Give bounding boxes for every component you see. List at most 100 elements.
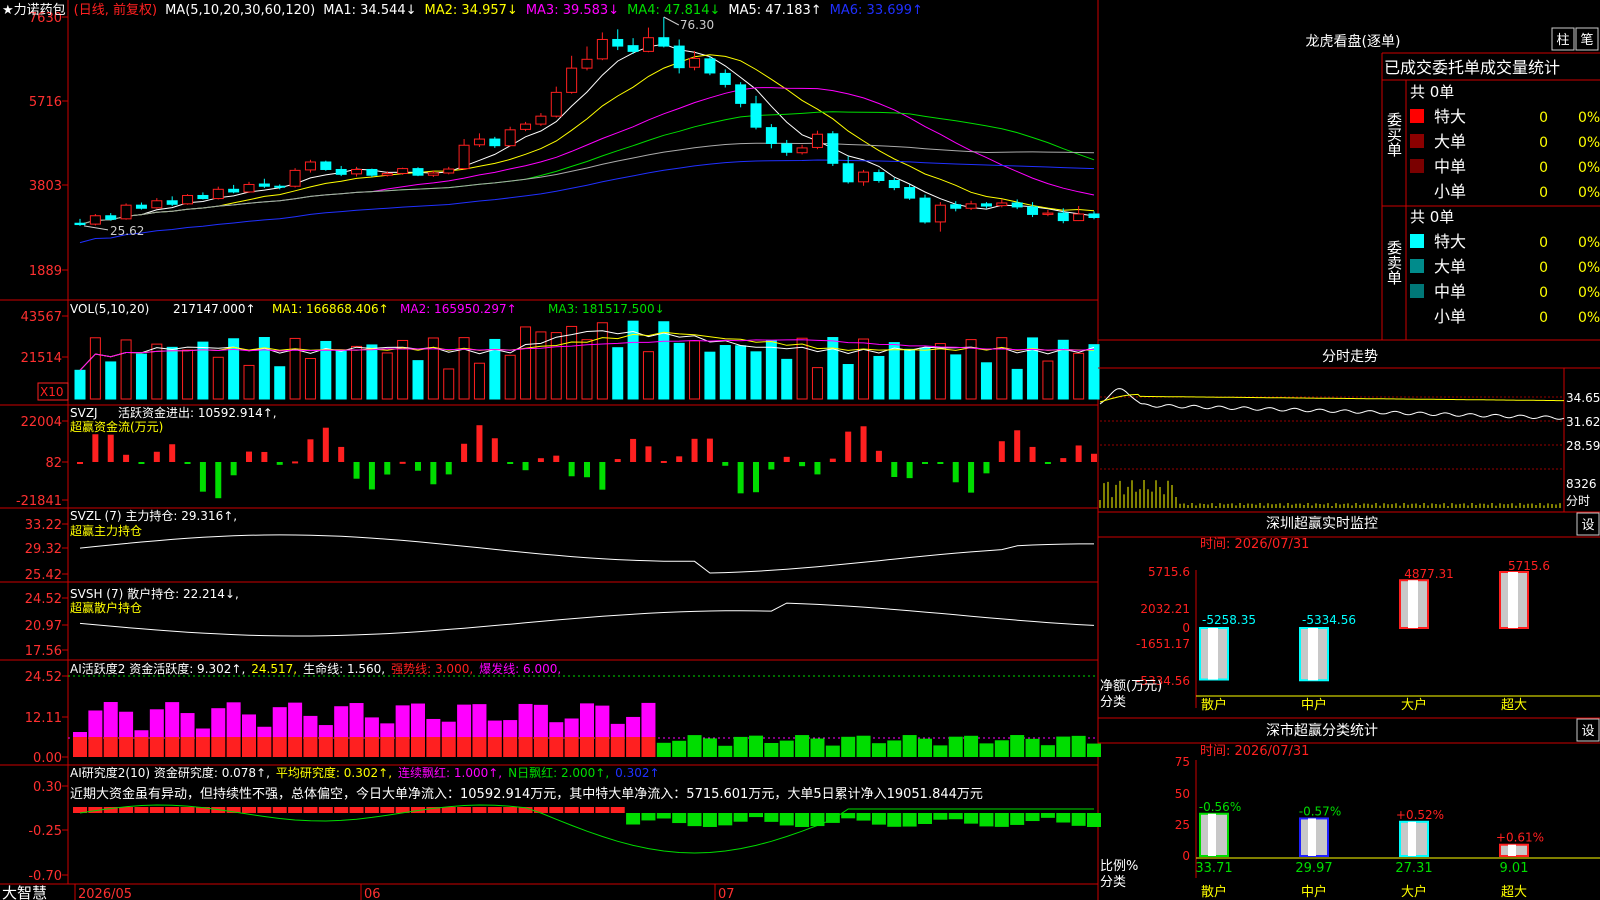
activity-bar <box>380 723 395 737</box>
axis-tick-label: 0.00 <box>33 751 62 766</box>
volume-bar <box>274 366 286 400</box>
activity-bar <box>626 716 641 737</box>
vol-ma3: MA3: 181517.500↓ <box>548 302 665 316</box>
flow-bar <box>169 444 176 462</box>
candle-body <box>1027 206 1039 215</box>
research-bar <box>656 813 671 819</box>
candle-body <box>135 204 147 209</box>
flow-bar <box>599 462 606 490</box>
activity-bar <box>457 704 472 737</box>
activity-base <box>564 737 579 757</box>
stat-settings-button-label: 设 <box>1581 724 1594 739</box>
activity-bar <box>964 735 979 757</box>
row-label: 大单 <box>1434 132 1466 151</box>
ai-act-label: AI活跃度2 资金活跃度: 9.302↑, <box>70 661 245 676</box>
flow-bar <box>153 451 160 462</box>
volume-bar <box>750 351 762 400</box>
research-bar <box>933 813 948 820</box>
flow-bar <box>461 443 468 462</box>
intraday-title: 分时走势 <box>1322 349 1378 365</box>
flow-bar <box>230 462 237 476</box>
ma5-value: MA5: 47.183↑ <box>728 3 821 18</box>
ai-act-burst: 爆发线: 6.000, <box>479 661 561 676</box>
flow-bar <box>968 462 975 493</box>
candle-body <box>842 163 854 183</box>
activity-base <box>119 737 134 757</box>
stat-value: 33.71 <box>1195 861 1232 876</box>
activity-bar <box>242 714 256 737</box>
activity-base <box>88 737 103 757</box>
row-count: 0 <box>1539 260 1548 276</box>
volume-bar <box>673 342 685 400</box>
research-bar <box>487 807 502 813</box>
axis-tick-label: 12.11 <box>25 711 62 726</box>
row-label: 特大 <box>1434 107 1466 126</box>
flow-bar <box>1029 446 1036 462</box>
activity-bar <box>73 732 87 737</box>
volume-bar <box>919 347 931 400</box>
research-bar <box>1040 813 1055 818</box>
flow-bar <box>476 425 483 462</box>
volume-bar <box>781 358 793 400</box>
candle-body <box>197 194 209 200</box>
legend-swatch <box>1410 109 1424 123</box>
vol-ma1: MA1: 166868.406↑ <box>272 302 389 316</box>
flow-bar <box>937 462 944 464</box>
candle-body <box>458 144 470 170</box>
candle-body <box>796 147 808 154</box>
high-label: 76.30 <box>680 18 714 32</box>
flow-bar <box>292 461 299 464</box>
monitor-category: 大户 <box>1401 697 1427 713</box>
monitor-value: -5334.56 <box>1302 613 1356 627</box>
flow-bar <box>246 451 252 462</box>
candle-body <box>1073 213 1085 222</box>
row-pct: 0% <box>1578 235 1600 251</box>
flow-bar <box>445 462 452 475</box>
ma1-value: MA1: 34.544↓ <box>323 3 416 18</box>
ai-res-label: AI研究度2(10) 资金研究度: 0.078↑, <box>70 765 270 780</box>
activity-bar <box>257 726 272 737</box>
stat-value: 27.31 <box>1395 861 1432 876</box>
vol-value: 217147.000↑ <box>173 302 256 316</box>
candle-body <box>151 200 163 209</box>
volume-bar <box>827 337 839 400</box>
activity-base <box>242 737 256 757</box>
stat-time: 时间: 2026/07/31 <box>1200 744 1309 759</box>
research-bar <box>1010 813 1025 825</box>
research-bar <box>364 807 379 813</box>
candle-body <box>351 168 363 175</box>
row-label: 大单 <box>1434 257 1466 276</box>
candle-body <box>335 168 347 175</box>
research-bar <box>349 807 364 813</box>
intraday-axis-label: 28.59 <box>1566 439 1600 453</box>
row-count: 0 <box>1539 185 1548 201</box>
monitor-bar-highlight <box>1308 628 1318 681</box>
flow-bar <box>614 459 621 462</box>
volume-bar <box>243 364 255 400</box>
activity-bar <box>610 723 625 737</box>
candle-body <box>412 168 424 176</box>
row-pct: 0% <box>1578 160 1600 176</box>
legend-swatch <box>1410 309 1424 323</box>
stat-unit: 比例% <box>1100 859 1138 874</box>
research-bar <box>733 813 748 822</box>
activity-base <box>165 737 180 757</box>
legend-swatch <box>1410 284 1424 298</box>
svsh-line <box>79 602 1095 637</box>
ma-label: MA(5,10,20,30,60,120) <box>165 3 315 18</box>
stat-category: 中户 <box>1301 884 1327 900</box>
candle-body <box>550 91 562 117</box>
ma3-value: MA3: 39.583↓ <box>526 3 619 18</box>
svzl-header: SVZL (7) 主力持仓: 29.316↑, <box>70 508 237 523</box>
activity-base <box>134 737 149 757</box>
axis-tick-label: 0.30 <box>33 780 62 795</box>
volume-bar <box>996 337 1008 400</box>
stat-bar-highlight <box>1508 844 1516 856</box>
research-bar <box>641 813 656 821</box>
axis-tick-label: 82 <box>45 456 62 471</box>
candle-body <box>719 72 731 85</box>
candle-body <box>1042 212 1054 215</box>
activity-base <box>626 737 641 757</box>
volume-bar <box>135 353 147 400</box>
candle-body <box>827 133 839 164</box>
